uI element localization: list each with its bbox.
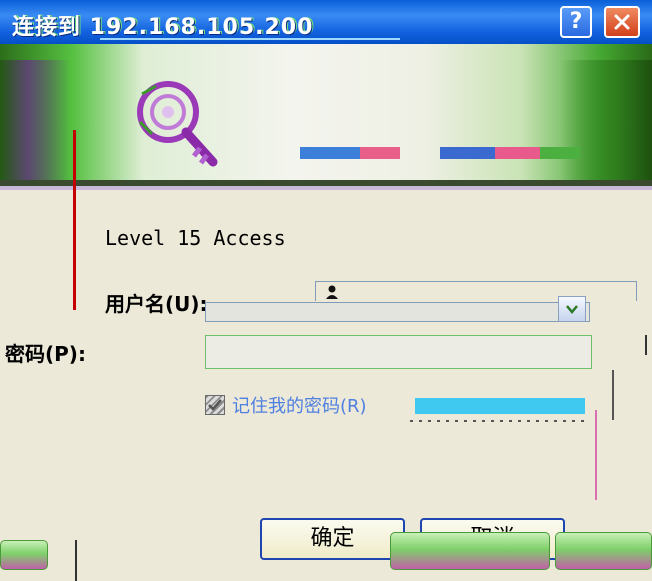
glitch-artifact	[73, 130, 76, 310]
glitch-artifact	[612, 370, 614, 420]
window-title: 连接到 192.168.105.200	[12, 15, 314, 40]
close-icon	[614, 14, 630, 30]
glitch-artifact	[645, 335, 647, 355]
chevron-down-icon	[566, 305, 578, 314]
glitch-artifact	[300, 147, 360, 159]
remember-password-checkbox[interactable]	[205, 395, 225, 415]
username-combobox[interactable]	[205, 302, 590, 322]
glitch-artifact	[540, 147, 580, 159]
glitch-artifact	[440, 147, 495, 159]
glitch-artifact	[555, 532, 652, 570]
user-icon	[326, 285, 338, 299]
username-label: 用户名(U):	[105, 292, 208, 316]
glitch-artifact	[360, 147, 400, 159]
ok-button[interactable]: 确定	[260, 518, 405, 560]
glitch-artifact	[410, 420, 590, 422]
glitch-artifact	[100, 38, 400, 40]
key-icon	[137, 81, 218, 167]
remember-password-label[interactable]: 记住我的密码(R)	[232, 392, 367, 418]
glitch-artifact	[0, 60, 70, 180]
glitch-artifact	[595, 410, 597, 500]
help-button[interactable]: ?	[560, 6, 592, 38]
password-label: 密码(P):	[5, 342, 86, 366]
access-level-text: Level 15 Access	[105, 226, 286, 250]
glitch-artifact	[75, 540, 77, 581]
glitch-artifact	[560, 60, 652, 180]
username-combobox-frame	[315, 281, 637, 301]
glitch-artifact	[390, 532, 550, 570]
glitch-artifact	[0, 186, 652, 190]
glitch-artifact	[0, 540, 48, 570]
username-dropdown-button[interactable]	[558, 296, 586, 322]
glitch-artifact	[415, 398, 585, 414]
close-button[interactable]	[604, 6, 640, 38]
password-field[interactable]	[205, 335, 592, 369]
banner	[0, 44, 652, 190]
checkmark-icon	[208, 399, 222, 411]
glitch-artifact	[495, 147, 540, 159]
